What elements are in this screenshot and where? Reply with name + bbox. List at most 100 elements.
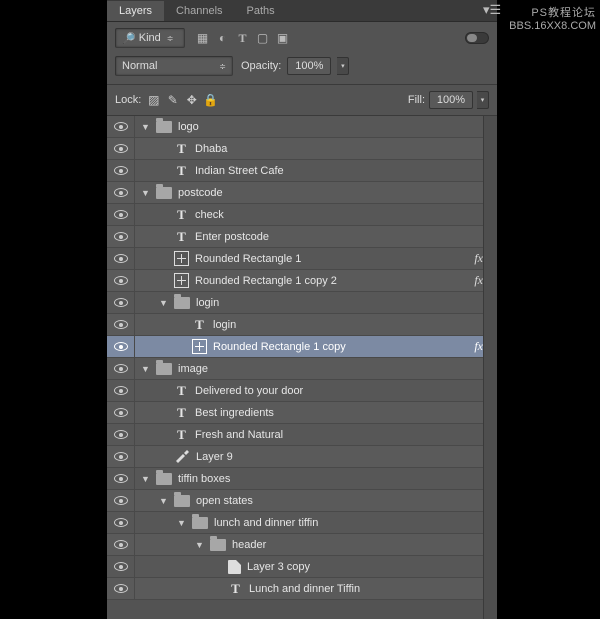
layer-name[interactable]: Rounded Rectangle 1 copy 2 — [195, 275, 474, 287]
visibility-toggle[interactable] — [107, 138, 135, 159]
blend-mode-dropdown[interactable]: Normal≑ — [115, 56, 233, 76]
layer-name[interactable]: header — [232, 539, 497, 551]
layer-row[interactable]: Rounded Rectangle 1fx▾ — [107, 248, 497, 270]
lock-pixels-icon[interactable]: ✎ — [164, 92, 181, 109]
filter-adjust-icon[interactable]: ◐ — [214, 30, 231, 47]
visibility-toggle[interactable] — [107, 226, 135, 247]
panel-tabs: Layers Channels Paths ▾☰ — [107, 0, 497, 22]
layer-name[interactable]: Layer 3 copy — [247, 561, 497, 573]
opacity-input[interactable]: 100% — [287, 57, 331, 75]
filter-type-icon[interactable]: T — [234, 30, 251, 47]
layer-name[interactable]: image — [178, 363, 497, 375]
filter-smart-icon[interactable]: ▣ — [274, 30, 291, 47]
disclosure-icon[interactable]: ▼ — [141, 122, 150, 132]
layer-row[interactable]: ▼ lunch and dinner tiffin — [107, 512, 497, 534]
visibility-toggle[interactable] — [107, 556, 135, 577]
layer-row[interactable]: TDelivered to your door — [107, 380, 497, 402]
visibility-toggle[interactable] — [107, 578, 135, 599]
layer-row[interactable]: Tlogin — [107, 314, 497, 336]
filter-toggle[interactable] — [465, 32, 489, 44]
layer-name[interactable]: logo — [178, 121, 497, 133]
layer-name[interactable]: Layer 9 — [196, 451, 497, 463]
layer-row[interactable]: Rounded Rectangle 1 copyfx▾ — [107, 336, 497, 358]
tab-channels[interactable]: Channels — [164, 1, 234, 21]
disclosure-icon[interactable]: ▼ — [141, 188, 150, 198]
layer-name[interactable]: Lunch and dinner Tiffin — [249, 583, 497, 595]
disclosure-icon[interactable]: ▼ — [177, 518, 186, 528]
layer-name[interactable]: postcode — [178, 187, 497, 199]
layer-name[interactable]: open states — [196, 495, 497, 507]
layer-name[interactable]: Dhaba — [195, 143, 497, 155]
tab-layers[interactable]: Layers — [107, 1, 164, 21]
layer-row[interactable]: T Fresh and Natural — [107, 424, 497, 446]
layer-name[interactable]: check — [195, 209, 497, 221]
eye-icon — [114, 320, 128, 329]
disclosure-icon[interactable]: ▼ — [141, 364, 150, 374]
layer-row[interactable]: ▼ image — [107, 358, 497, 380]
layer-row[interactable]: TBest ingredients — [107, 402, 497, 424]
layer-name[interactable]: Indian Street Cafe — [195, 165, 497, 177]
filter-pixel-icon[interactable]: ▦ — [194, 30, 211, 47]
layer-row[interactable]: Tcheck — [107, 204, 497, 226]
layer-row[interactable]: Layer 3 copy — [107, 556, 497, 578]
layer-row[interactable]: ▼ header — [107, 534, 497, 556]
visibility-toggle[interactable] — [107, 270, 135, 291]
layer-name[interactable]: lunch and dinner tiffin — [214, 517, 497, 529]
type-icon: T — [174, 229, 189, 244]
visibility-toggle[interactable] — [107, 292, 135, 313]
layer-name[interactable]: Delivered to your door — [195, 385, 497, 397]
layer-row[interactable]: TLunch and dinner Tiffin — [107, 578, 497, 600]
layer-row[interactable]: ▼ login — [107, 292, 497, 314]
layer-name[interactable]: tiffin boxes — [178, 473, 497, 485]
scrollbar[interactable] — [483, 116, 497, 619]
layer-row[interactable]: ▼ logo — [107, 116, 497, 138]
visibility-toggle[interactable] — [107, 490, 135, 511]
layer-row[interactable]: TDhaba — [107, 138, 497, 160]
visibility-toggle[interactable] — [107, 380, 135, 401]
lock-transparent-icon[interactable]: ▨ — [145, 92, 162, 109]
layer-name[interactable]: Rounded Rectangle 1 — [195, 253, 474, 265]
disclosure-icon[interactable]: ▼ — [141, 474, 150, 484]
layer-row[interactable]: ▼ open states — [107, 490, 497, 512]
folder-icon — [156, 473, 172, 485]
visibility-toggle[interactable] — [107, 314, 135, 335]
visibility-toggle[interactable] — [107, 160, 135, 181]
visibility-toggle[interactable] — [107, 182, 135, 203]
disclosure-icon[interactable]: ▼ — [195, 540, 204, 550]
layer-name[interactable]: login — [213, 319, 497, 331]
layer-row[interactable]: Layer 9 — [107, 446, 497, 468]
panel-menu-icon[interactable]: ▾☰ — [477, 0, 497, 21]
visibility-toggle[interactable] — [107, 446, 135, 467]
lock-all-icon[interactable]: 🔒 — [202, 92, 219, 109]
visibility-toggle[interactable] — [107, 204, 135, 225]
layer-name[interactable]: Best ingredients — [195, 407, 497, 419]
type-icon: T — [174, 427, 189, 442]
visibility-toggle[interactable] — [107, 424, 135, 445]
layer-name[interactable]: Rounded Rectangle 1 copy — [213, 341, 474, 353]
visibility-toggle[interactable] — [107, 116, 135, 137]
layer-row[interactable]: TIndian Street Cafe — [107, 160, 497, 182]
visibility-toggle[interactable] — [107, 512, 135, 533]
disclosure-icon[interactable]: ▼ — [159, 496, 168, 506]
filter-shape-icon[interactable]: ▢ — [254, 30, 271, 47]
layer-name[interactable]: login — [196, 297, 497, 309]
fill-input[interactable]: 100% — [429, 91, 473, 109]
disclosure-icon[interactable]: ▼ — [159, 298, 168, 308]
tab-paths[interactable]: Paths — [235, 1, 287, 21]
visibility-toggle[interactable] — [107, 468, 135, 489]
visibility-toggle[interactable] — [107, 402, 135, 423]
layer-row[interactable]: ▼ postcode — [107, 182, 497, 204]
layer-name[interactable]: Enter postcode — [195, 231, 497, 243]
layer-row[interactable]: ▼ tiffin boxes — [107, 468, 497, 490]
filter-kind-dropdown[interactable]: 🔎 Kind≑ — [115, 28, 185, 48]
layer-name[interactable]: Fresh and Natural — [195, 429, 497, 441]
visibility-toggle[interactable] — [107, 358, 135, 379]
visibility-toggle[interactable] — [107, 534, 135, 555]
layer-row[interactable]: T Enter postcode — [107, 226, 497, 248]
lock-position-icon[interactable]: ✥ — [183, 92, 200, 109]
layer-row[interactable]: Rounded Rectangle 1 copy 2fx▾ — [107, 270, 497, 292]
fill-caret-icon[interactable]: ▾ — [477, 91, 489, 109]
visibility-toggle[interactable] — [107, 336, 135, 357]
visibility-toggle[interactable] — [107, 248, 135, 269]
opacity-caret-icon[interactable]: ▾ — [337, 57, 349, 75]
